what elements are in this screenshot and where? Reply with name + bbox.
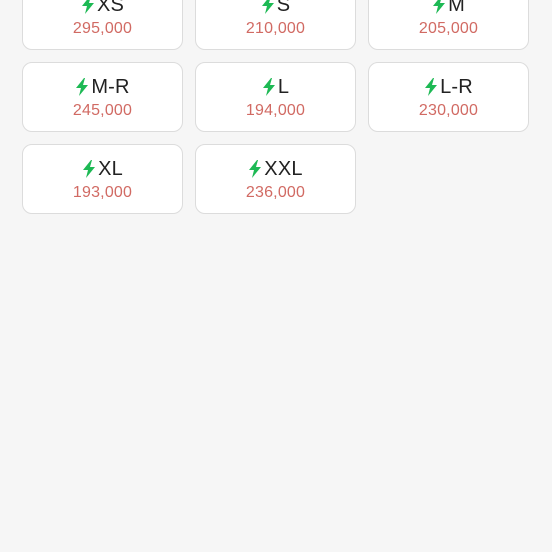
size-price: 236,000 [245,184,306,201]
lightning-bolt-icon [425,78,438,96]
size-label: XS [96,0,125,16]
lightning-bolt-icon [81,0,94,14]
size-row: S [261,0,291,18]
size-price: 210,000 [245,20,306,37]
size-label: XXL [264,157,303,180]
size-option-l-r[interactable]: L-R 230,000 [368,62,529,132]
lightning-bolt-icon [249,160,262,178]
size-price: 295,000 [72,20,133,37]
size-option-s[interactable]: S 210,000 [195,0,356,50]
size-price: 230,000 [418,102,479,119]
size-option-xs[interactable]: XS 295,000 [22,0,183,50]
lightning-bolt-icon [262,78,275,96]
size-option-xxl[interactable]: XXL 236,000 [195,144,356,214]
size-price: 193,000 [72,184,133,201]
size-row: XS [81,0,124,18]
size-label: M-R [91,75,130,98]
size-label: L-R [440,75,473,98]
lightning-bolt-icon [76,78,89,96]
size-grid: XS 295,000 S 210,000 M 205,000 M-R 245,0… [22,0,530,214]
size-option-m[interactable]: M 205,000 [368,0,529,50]
size-label: S [276,0,291,16]
size-option-xl[interactable]: XL 193,000 [22,144,183,214]
lightning-bolt-icon [433,0,446,14]
size-label: XL [98,157,123,180]
size-option-l[interactable]: L 194,000 [195,62,356,132]
size-row: L-R [424,74,473,100]
size-price: 245,000 [72,102,133,119]
size-row: M [432,0,465,18]
size-option-m-r[interactable]: M-R 245,000 [22,62,183,132]
size-row: XL [82,156,123,182]
size-row: M-R [75,74,129,100]
lightning-bolt-icon [261,0,274,14]
lightning-bolt-icon [83,160,96,178]
size-label: M [448,0,465,16]
size-price: 194,000 [245,102,306,119]
size-price: 205,000 [418,20,479,37]
size-row: XXL [248,156,303,182]
size-label: L [277,75,290,98]
size-row: L [262,74,289,100]
